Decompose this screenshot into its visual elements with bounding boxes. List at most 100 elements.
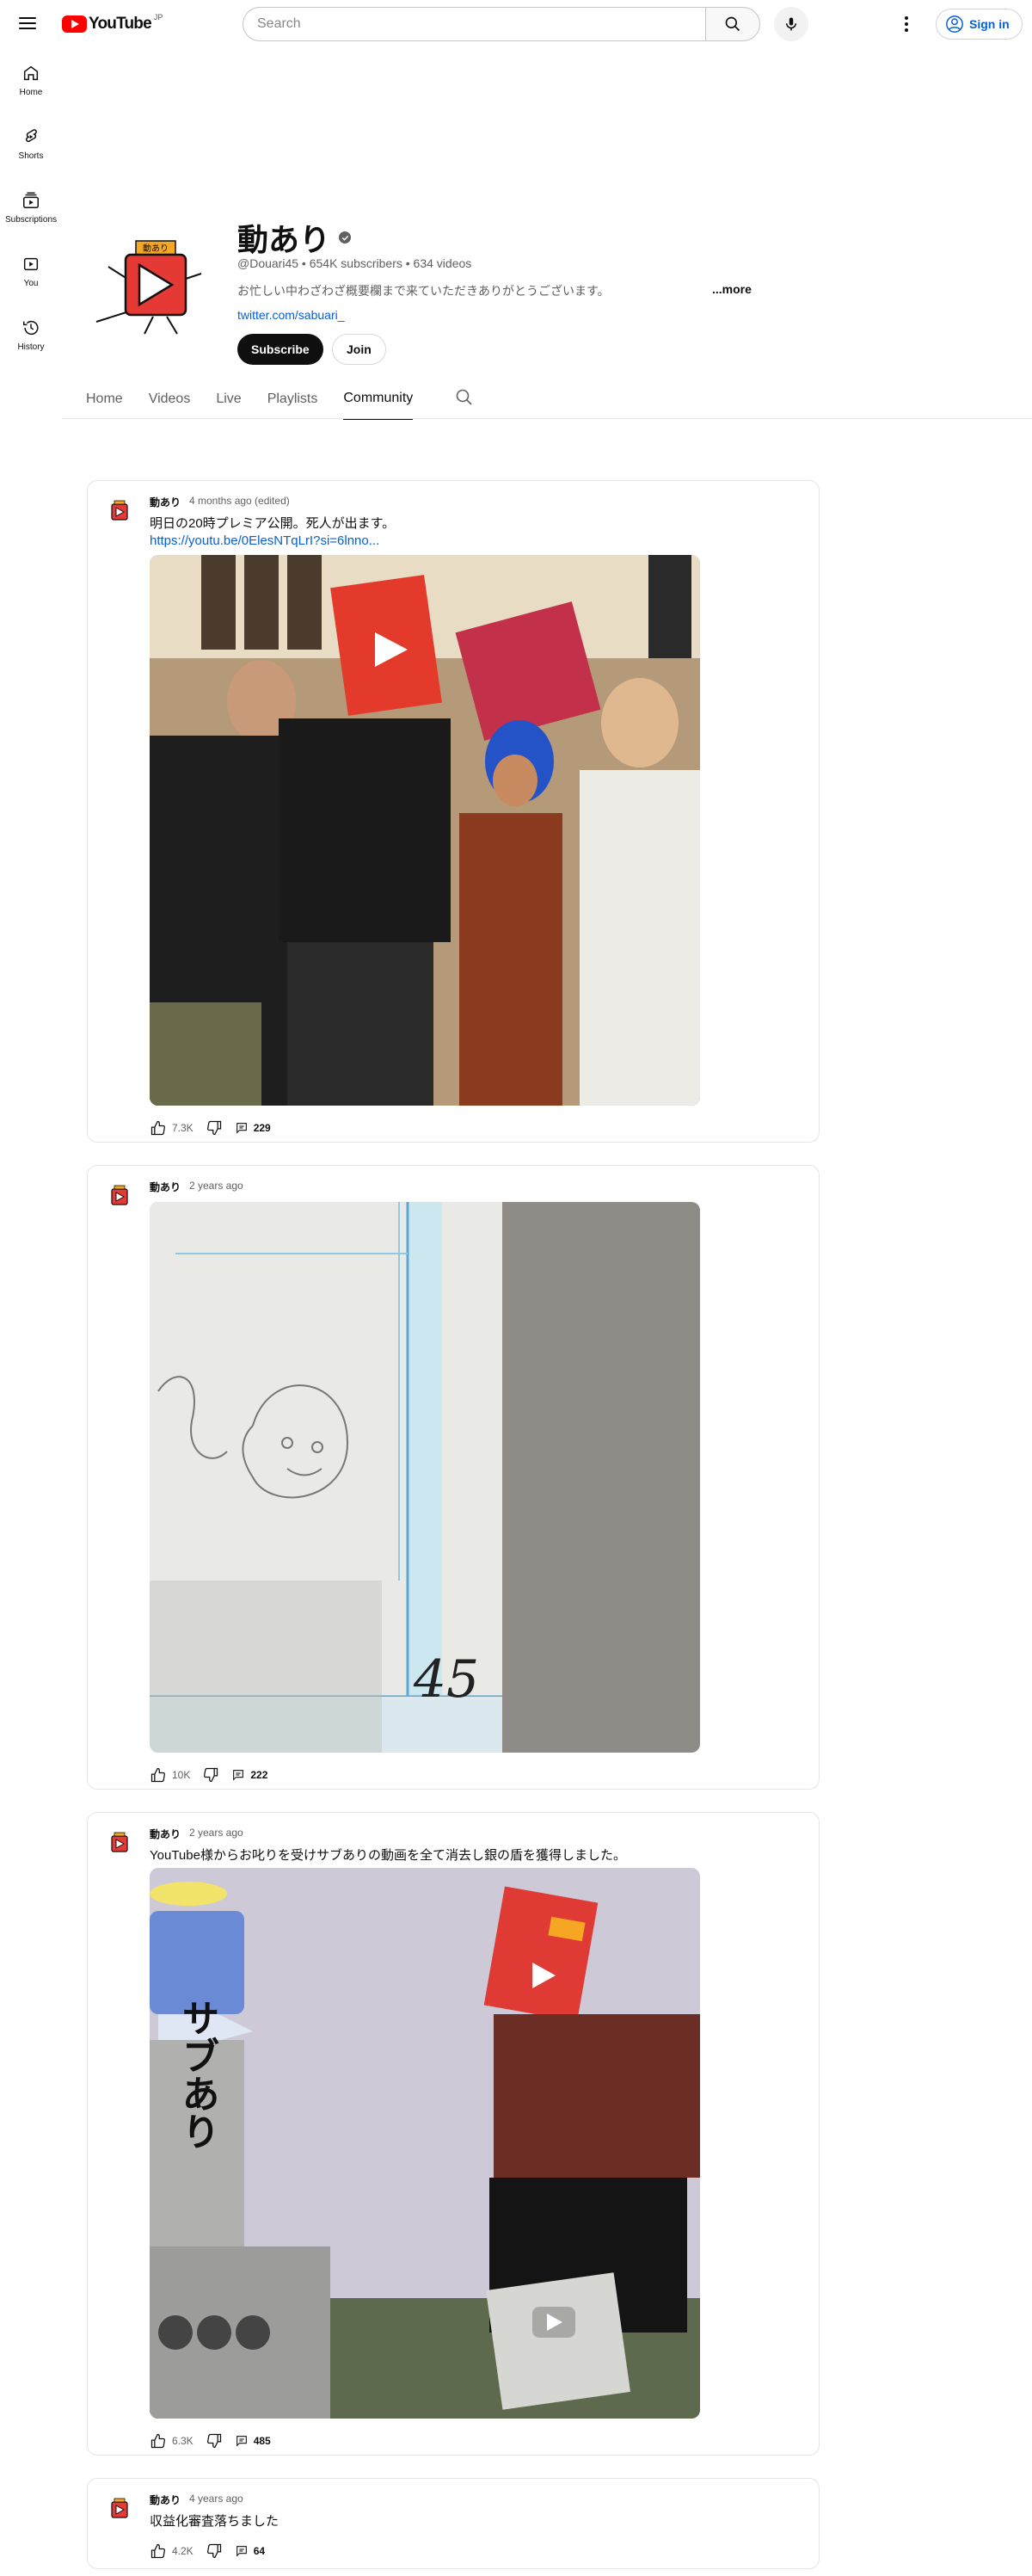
tab-home[interactable]: Home (86, 379, 123, 420)
post-photo: 45 (150, 1202, 700, 1753)
rail-label: You (23, 278, 39, 288)
community-post: 動あり 4 years ago 収益化審査落ちました 4.2K 64 (87, 2478, 820, 2569)
channel-search-icon[interactable] (454, 387, 475, 408)
channel-description[interactable]: お忙しい中わざわざ概要欄まで来ていただきありがとうございます。 (237, 282, 610, 299)
dislike-button[interactable] (206, 1119, 223, 1137)
tab-community[interactable]: Community (343, 379, 414, 420)
post-text: 収益化審査落ちました (150, 2514, 280, 2529)
post-author-avatar[interactable] (105, 2494, 134, 2524)
post-author-avatar[interactable] (105, 496, 134, 526)
search-bar (243, 7, 760, 41)
rail-label: History (17, 342, 45, 352)
settings-more-icon[interactable] (896, 14, 917, 34)
join-button[interactable]: Join (332, 334, 386, 365)
like-button[interactable]: 6.3K (150, 2432, 194, 2450)
post-timestamp[interactable]: 4 years ago (189, 2493, 243, 2505)
dislike-button[interactable] (202, 1766, 219, 1784)
post-actions: 10K 222 (150, 1765, 280, 1785)
rail-label: Subscriptions (4, 214, 58, 225)
rail-item-subscriptions[interactable]: Subscriptions (0, 176, 62, 239)
comment-icon (233, 1770, 244, 1781)
you-icon (23, 257, 39, 270)
like-button[interactable]: 4.2K (150, 2542, 194, 2560)
guide-rail: Home Shorts Subscriptions You History (0, 48, 62, 367)
youtube-logo[interactable]: YouTube JP (62, 13, 163, 34)
voice-search-button[interactable] (774, 7, 808, 41)
post-author-avatar[interactable] (105, 1181, 134, 1211)
post-author-name[interactable]: 動あり (150, 2493, 181, 2507)
tab-videos[interactable]: Videos (149, 379, 191, 420)
avatar-label: 動あり (143, 243, 169, 254)
post-text: YouTube様からお叱りを受けサブありの動画を全て消去し銀の盾を獲得しました。 (150, 1848, 626, 1863)
post-author-name[interactable]: 動あり (150, 495, 181, 509)
channel-tabs: Home Videos Live Playlists Community (86, 379, 439, 420)
comment-icon (236, 2436, 247, 2447)
search-input[interactable] (243, 7, 705, 41)
post-actions: 7.3K 229 (150, 1118, 283, 1138)
subscriptions-icon (23, 192, 39, 208)
comments-button[interactable]: 229 (235, 1121, 271, 1135)
thumbs-down-icon (206, 2433, 221, 2449)
thumbs-up-icon (150, 2543, 165, 2559)
comment-icon (236, 2546, 247, 2557)
post-author-name[interactable]: 動あり (150, 1180, 181, 1194)
channel-meta: @Douari45 • 654K subscribers • 634 video… (237, 256, 472, 270)
search-button[interactable] (705, 7, 760, 41)
post-timestamp[interactable]: 2 years ago (189, 1180, 243, 1192)
like-button[interactable]: 7.3K (150, 1119, 194, 1137)
image-caption: サブあり (175, 1999, 219, 2150)
post-link[interactable]: https://youtu.be/0ElesNTqLrI?si=6lnno... (150, 533, 379, 550)
rail-item-home[interactable]: Home (0, 48, 62, 112)
comments-button[interactable]: 64 (235, 2544, 265, 2558)
description-more-link[interactable]: ...more (712, 282, 752, 296)
post-text: 明日の20時プレミア公開。死人が出ます。 (150, 516, 396, 531)
subscribe-button[interactable]: Subscribe (237, 334, 323, 365)
sign-in-button[interactable]: Sign in (936, 9, 1023, 40)
rail-item-you[interactable]: You (0, 239, 62, 303)
comments-button[interactable]: 222 (231, 1768, 267, 1782)
post-author-name[interactable]: 動あり (150, 1827, 181, 1841)
tab-live[interactable]: Live (216, 379, 241, 420)
tab-playlists[interactable]: Playlists (267, 379, 318, 420)
rail-item-history[interactable]: History (0, 303, 62, 367)
like-count: 10K (172, 1769, 191, 1781)
sign-in-label: Sign in (969, 17, 1010, 31)
top-bar: YouTube JP Sign in (0, 0, 1032, 48)
tabs-divider (62, 418, 1032, 419)
rail-item-shorts[interactable]: Shorts (0, 112, 62, 176)
community-post: 動あり 4 months ago (edited) 明日の20時プレミア公開。死… (87, 480, 820, 1143)
thumbs-down-icon (206, 1120, 221, 1136)
post-actions: 4.2K 64 (150, 2541, 277, 2561)
comment-count: 222 (250, 1769, 268, 1781)
post-actions: 6.3K 485 (150, 2431, 283, 2451)
post-timestamp[interactable]: 4 months ago (edited) (189, 495, 290, 507)
thumbs-up-icon (150, 2433, 165, 2449)
rail-label: Shorts (18, 151, 44, 161)
hamburger-menu-icon[interactable] (17, 14, 38, 34)
post-image[interactable]: 45 (150, 1202, 700, 1753)
like-button[interactable]: 10K (150, 1766, 190, 1784)
paper-number: 45 (413, 1649, 479, 1710)
channel-avatar[interactable]: 動あり (93, 237, 218, 336)
logo-text: YouTube (89, 15, 152, 33)
post-image[interactable] (150, 555, 700, 1106)
youtube-play-logo-icon (62, 15, 87, 33)
channel-external-link[interactable]: twitter.com/sabuari_ (237, 308, 345, 322)
post-photo: サブあり (150, 1868, 700, 2419)
verified-badge-icon (339, 231, 352, 243)
post-image[interactable]: サブあり (150, 1868, 700, 2419)
comment-count: 485 (253, 2435, 271, 2447)
post-timestamp[interactable]: 2 years ago (189, 1827, 243, 1839)
dislike-button[interactable] (206, 2432, 223, 2450)
post-photo (150, 555, 700, 1106)
logo-region: JP (153, 13, 163, 22)
channel-title: 動あり (237, 215, 352, 260)
channel-name: 動あり (237, 223, 331, 258)
history-icon (23, 320, 39, 335)
comment-count: 64 (253, 2545, 266, 2557)
post-author-avatar[interactable] (105, 1828, 134, 1858)
dislike-button[interactable] (206, 2542, 223, 2560)
shorts-icon (26, 128, 37, 142)
thumbs-up-icon (150, 1120, 165, 1136)
comments-button[interactable]: 485 (235, 2434, 271, 2448)
